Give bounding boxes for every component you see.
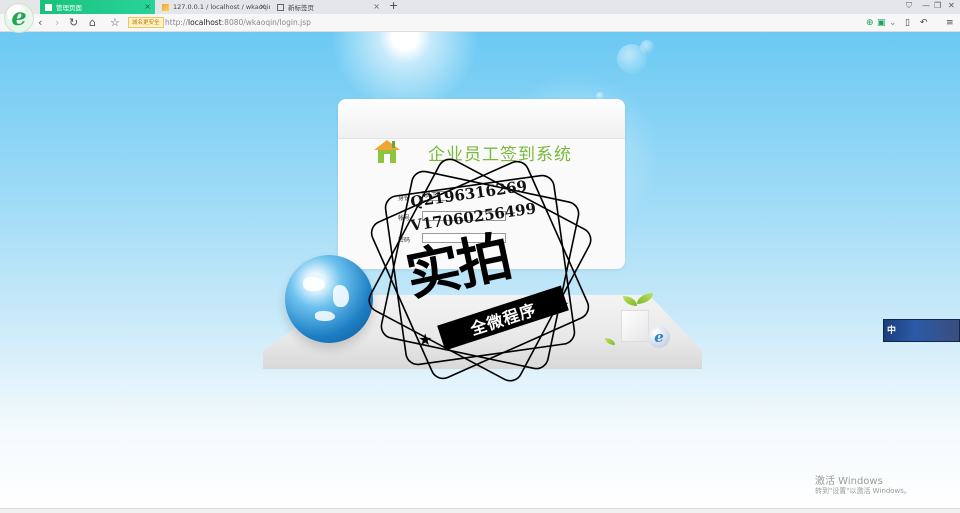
security-badge[interactable]: 城名更安全: [128, 17, 164, 28]
tab-phpmyadmin[interactable]: 127.0.0.1 / localhost / wkaoqin ×: [157, 0, 270, 14]
extension-icon[interactable]: ▣: [877, 16, 886, 30]
menu-icon[interactable]: ≡: [946, 16, 954, 30]
close-icon[interactable]: ×: [373, 2, 380, 11]
address-bar[interactable]: http://localhost:8080/wkaoqin/login.jsp: [165, 16, 311, 30]
close-window-icon[interactable]: ✕: [948, 1, 955, 10]
activate-windows-subtitle: 转到"设置"以激活 Windows。: [815, 487, 911, 495]
sailboat-icon: [162, 3, 169, 11]
close-icon[interactable]: ×: [259, 2, 266, 11]
page-icon: [45, 3, 52, 11]
home-icon[interactable]: ⌂: [89, 16, 96, 30]
chevron-down-icon[interactable]: ⌄: [889, 16, 897, 30]
undo-icon[interactable]: ↶: [920, 16, 928, 30]
tab-bar: 管理页面 × 127.0.0.1 / localhost / wkaoqin ×…: [0, 0, 960, 14]
bubble: [640, 40, 654, 54]
tab-new-tab[interactable]: 新标签页 ×: [272, 0, 384, 14]
address-toolbar: ‹ › ↻ ⌂ ☆ 城名更安全 http://localhost:8080/wk…: [0, 14, 960, 32]
login-panel-header: [338, 99, 625, 139]
url-path: :8080/wkaoqin/login.jsp: [221, 18, 311, 27]
forward-icon[interactable]: ›: [55, 16, 59, 30]
ad-block-icon[interactable]: ⊕: [866, 16, 874, 30]
ime-indicator[interactable]: 中: [883, 319, 960, 342]
new-tab-button[interactable]: +: [389, 0, 398, 12]
close-icon[interactable]: ×: [144, 2, 151, 11]
star-icon: ★: [418, 330, 433, 349]
phone-icon[interactable]: ▯: [905, 16, 910, 30]
star-icon[interactable]: ☆: [110, 16, 120, 30]
e-logo-ball: e: [648, 326, 670, 348]
tab-label: 管理页面: [56, 4, 82, 12]
cube-illustration: [621, 310, 649, 342]
restore-icon[interactable]: ❐: [934, 1, 941, 10]
back-icon[interactable]: ‹: [38, 16, 42, 30]
minimize-icon[interactable]: —: [922, 1, 930, 10]
tab-label: 127.0.0.1 / localhost / wkaoqin: [173, 3, 270, 11]
reload-icon[interactable]: ↻: [69, 16, 78, 30]
browser-logo[interactable]: e: [4, 3, 34, 33]
tab-manage-page[interactable]: 管理页面 ×: [40, 0, 155, 14]
grid-icon: [277, 3, 284, 11]
ime-language: 中: [887, 326, 897, 336]
activate-windows-title: 激活 Windows: [815, 476, 883, 487]
star-icon: ★: [555, 295, 570, 314]
shield-icon[interactable]: ⛉: [906, 1, 912, 11]
status-bar: [0, 508, 960, 513]
url-prefix: http://: [165, 18, 188, 27]
e-logo-icon: e: [11, 1, 27, 31]
url-host: localhost: [187, 18, 222, 27]
tab-label: 新标签页: [288, 4, 314, 12]
